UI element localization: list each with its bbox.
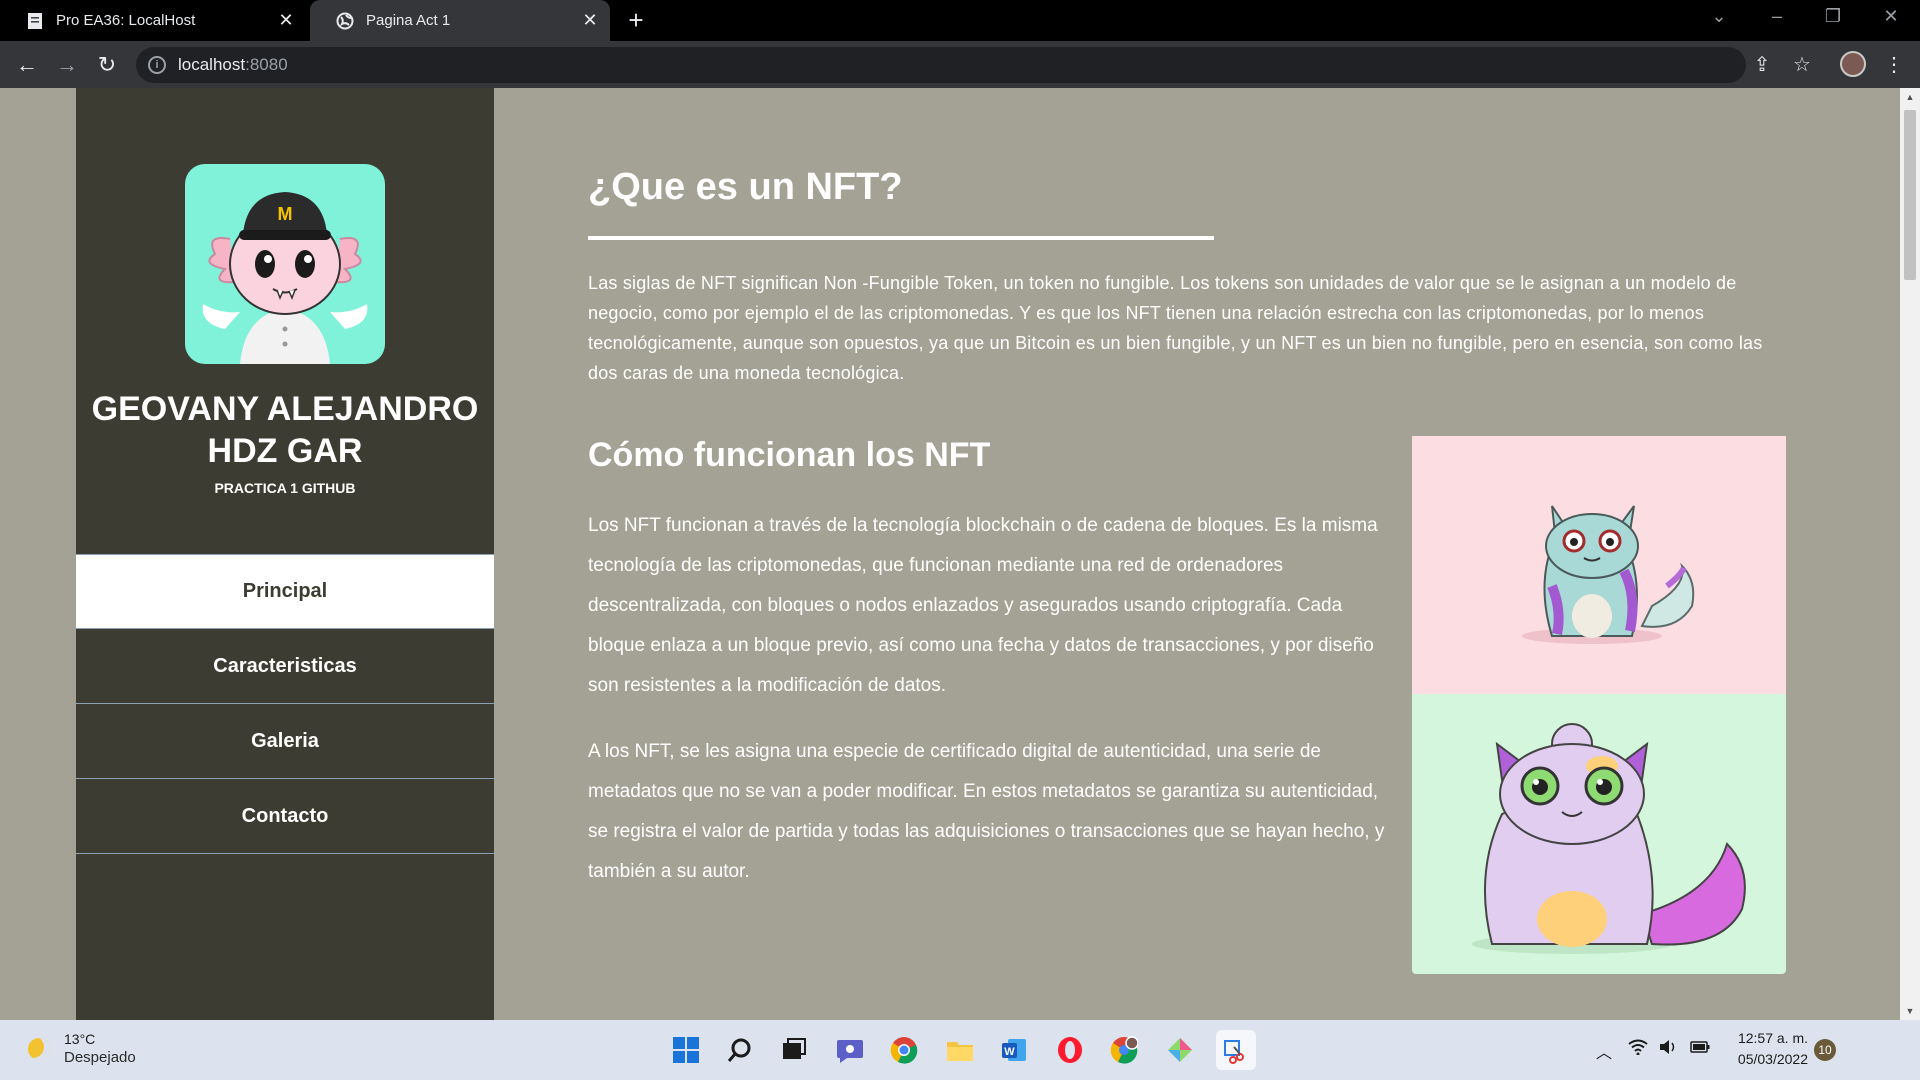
- nft-cat-image: [1412, 694, 1786, 974]
- notification-badge[interactable]: 10: [1814, 1039, 1836, 1061]
- task-view-icon[interactable]: [774, 1030, 814, 1070]
- address-bar[interactable]: i localhost:8080: [136, 47, 1746, 83]
- sidebar: M GEOVANY ALEJANDRO HDZ GAR PRACTICA 1 G…: [76, 88, 494, 1020]
- menu-kebab-icon[interactable]: ⋮: [1880, 51, 1908, 79]
- tab-title: Pagina Act 1: [366, 12, 451, 29]
- browser-toolbar: ← → ↻ i localhost:8080 ⇪ ☆ ⋮: [0, 41, 1920, 88]
- back-button[interactable]: ←: [13, 51, 41, 79]
- teams-chat-icon[interactable]: [830, 1030, 870, 1070]
- share-icon[interactable]: ⇪: [1748, 51, 1776, 79]
- clock-time: 12:57 a. m.: [1737, 1030, 1808, 1046]
- nft-cat-image: [1412, 436, 1786, 694]
- moon-icon: [28, 1038, 50, 1060]
- restore-button[interactable]: ❐: [1818, 6, 1848, 27]
- chrome-icon[interactable]: [884, 1030, 924, 1070]
- scroll-up-arrow-icon[interactable]: ▲: [1900, 90, 1920, 104]
- system-clock[interactable]: 12:57 a. m. 05/03/2022: [1720, 1028, 1808, 1070]
- snipping-tool-icon[interactable]: [1216, 1030, 1256, 1070]
- section-paragraph: A los NFT, se les asigna una especie de …: [588, 741, 1385, 882]
- tab-search-icon[interactable]: ⌄: [1704, 6, 1734, 27]
- start-menu-icon[interactable]: [666, 1030, 706, 1070]
- web-page: M GEOVANY ALEJANDRO HDZ GAR PRACTICA 1 G…: [0, 88, 1900, 1020]
- forward-button[interactable]: →: [53, 51, 81, 79]
- tab-title: Pro EA36: LocalHost: [56, 12, 196, 29]
- file-explorer-icon[interactable]: [940, 1030, 980, 1070]
- bookmark-star-icon[interactable]: ☆: [1788, 51, 1816, 79]
- nav-item-contacto[interactable]: Contacto: [76, 779, 494, 854]
- browser-tab[interactable]: Pro EA36: LocalHost ✕: [0, 0, 306, 41]
- scroll-down-arrow-icon[interactable]: ▼: [1900, 1004, 1920, 1018]
- globe-icon: [336, 12, 354, 30]
- chevron-up-icon[interactable]: ︿: [1592, 1039, 1616, 1063]
- windows-taskbar: 13°C Despejado W ︿ 12:57 a. m. 05/03/202…: [0, 1020, 1920, 1080]
- nav-item-caracteristicas[interactable]: Caracteristicas: [76, 629, 494, 704]
- scrollbar-thumb[interactable]: [1904, 110, 1916, 280]
- opera-icon[interactable]: [1050, 1030, 1090, 1070]
- nav-item-galeria[interactable]: Galeria: [76, 704, 494, 779]
- page-title: ¿Que es un NFT?: [588, 166, 903, 208]
- close-window-button[interactable]: ✕: [1876, 6, 1906, 27]
- volume-icon[interactable]: [1656, 1039, 1680, 1060]
- sidebar-nav: Principal Caracteristicas Galeria Contac…: [76, 554, 494, 854]
- browser-tab-bar: Pro EA36: LocalHost ✕ Pagina Act 1 ✕ + ⌄…: [0, 0, 1920, 41]
- wifi-icon[interactable]: [1626, 1039, 1650, 1060]
- weather-temperature: 13°C: [64, 1031, 96, 1047]
- weather-widget[interactable]: 13°C Despejado: [28, 1030, 136, 1068]
- close-tab-icon[interactable]: ✕: [580, 10, 600, 30]
- title-underline: [588, 236, 1214, 240]
- page-scrollbar[interactable]: ▲ ▼: [1900, 88, 1920, 1020]
- new-tab-button[interactable]: +: [624, 7, 648, 33]
- search-icon[interactable]: [720, 1030, 760, 1070]
- battery-icon[interactable]: [1688, 1039, 1712, 1060]
- minimize-button[interactable]: –: [1762, 6, 1792, 27]
- clock-date: 05/03/2022: [1737, 1051, 1808, 1067]
- browser-tab-active[interactable]: Pagina Act 1 ✕: [310, 0, 610, 41]
- svg-text:M: M: [278, 204, 293, 224]
- profile-name: GEOVANY ALEJANDRO HDZ GAR: [91, 390, 479, 470]
- section-title: Cómo funcionan los NFT: [588, 436, 991, 474]
- profile-avatar[interactable]: [1840, 51, 1866, 77]
- reload-button[interactable]: ↻: [93, 51, 121, 79]
- weather-condition: Despejado: [64, 1049, 136, 1066]
- profile-subtitle: PRACTICA 1 GITHUB: [214, 480, 356, 496]
- site-info-icon[interactable]: i: [148, 56, 166, 74]
- git-kraken-icon[interactable]: [1160, 1030, 1200, 1070]
- svg-text:W: W: [1004, 1046, 1015, 1058]
- document-icon: [26, 12, 44, 30]
- intro-paragraph: Las siglas de NFT significan Non -Fungib…: [588, 273, 1763, 383]
- close-tab-icon[interactable]: ✕: [276, 10, 296, 30]
- chrome-profile-icon[interactable]: [1104, 1030, 1144, 1070]
- word-icon[interactable]: W: [994, 1030, 1034, 1070]
- section-paragraph: Los NFT funcionan a través de la tecnolo…: [588, 515, 1378, 696]
- nav-item-principal[interactable]: Principal: [76, 554, 494, 629]
- profile-image: M: [185, 164, 385, 364]
- url-text: localhost:8080: [178, 55, 288, 74]
